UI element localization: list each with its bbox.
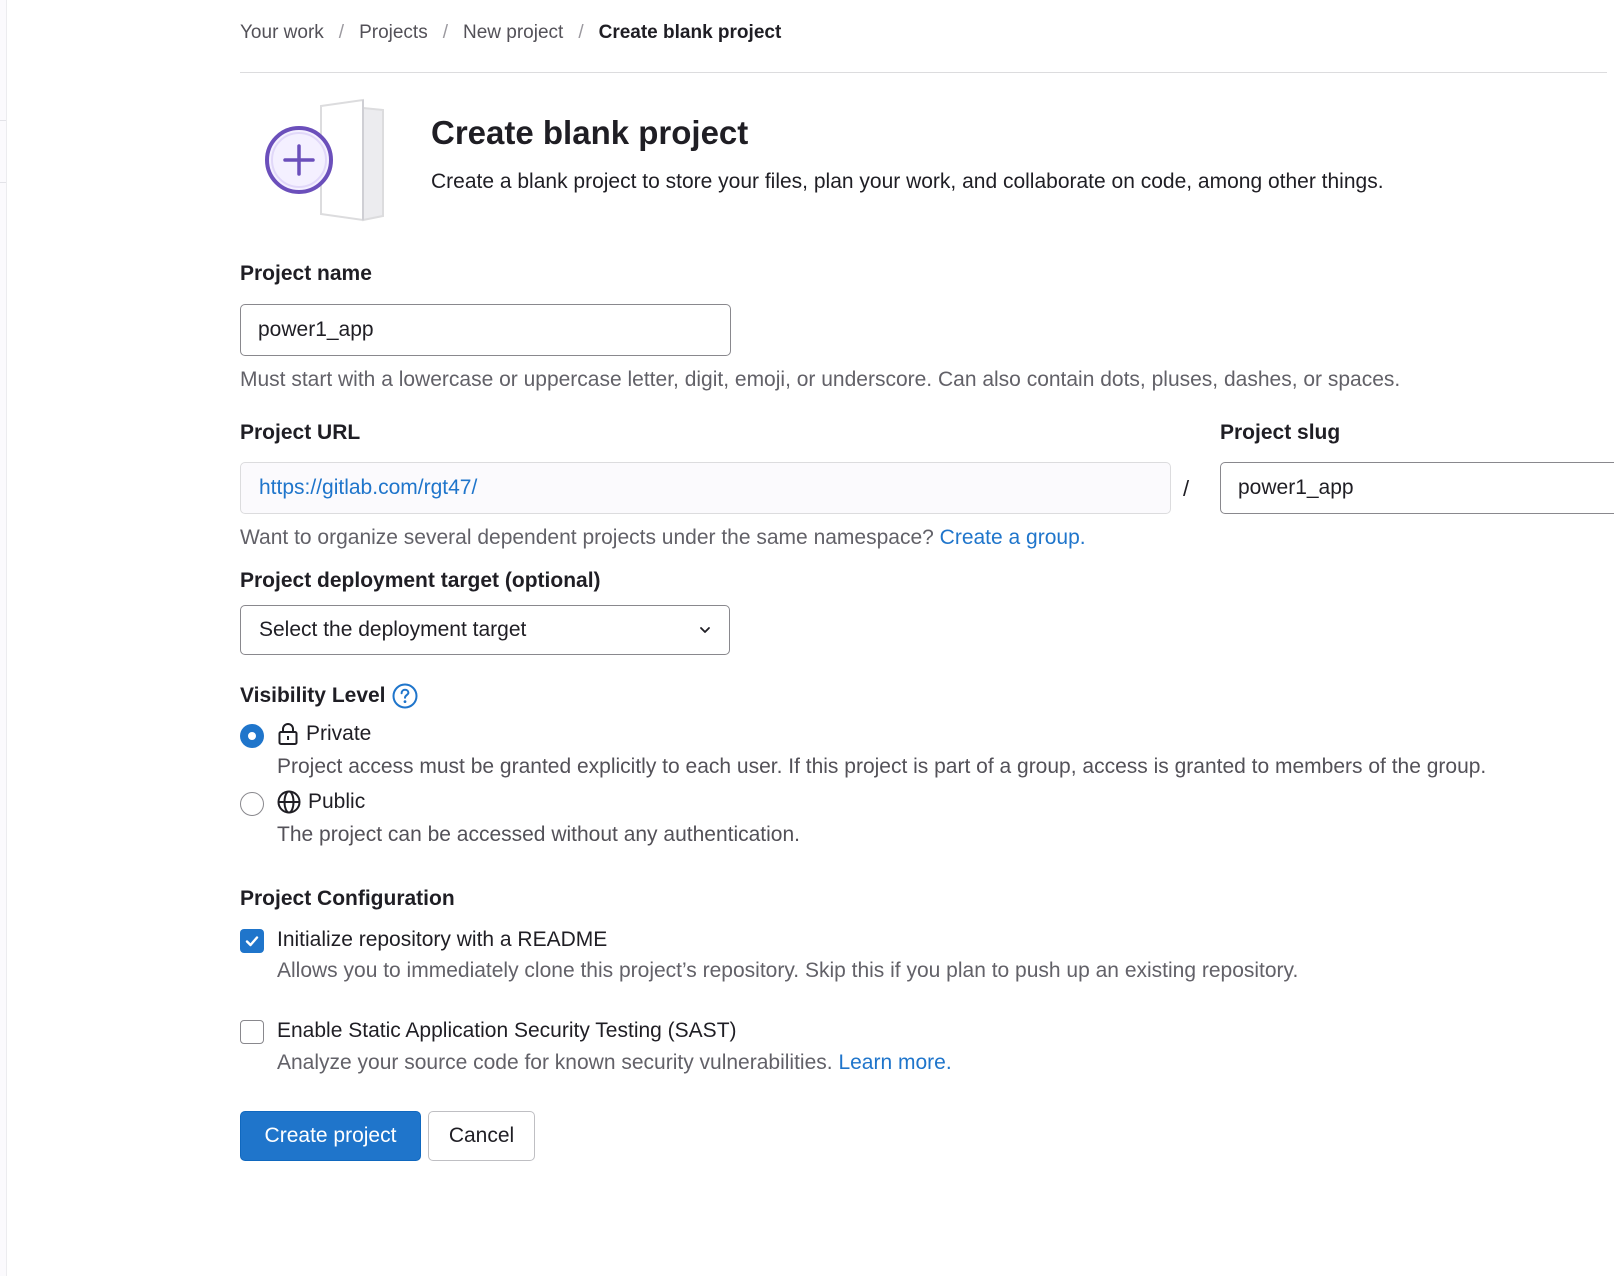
url-slug-separator: / <box>1183 476 1190 501</box>
visibility-public-description: The project can be accessed without any … <box>277 823 800 846</box>
page-title: Create blank project <box>431 114 749 151</box>
visibility-level-label: Visibility Level <box>240 684 386 707</box>
deployment-target-label: Project deployment target (optional) <box>240 569 601 592</box>
learn-more-link[interactable]: Learn more. <box>838 1051 951 1074</box>
plus-icon <box>265 126 333 194</box>
visibility-private-option[interactable]: Private <box>277 722 371 746</box>
project-url-prefix[interactable]: https://gitlab.com/rgt47/ <box>240 462 1171 514</box>
visibility-private-radio[interactable] <box>240 724 264 748</box>
project-name-label: Project name <box>240 262 372 285</box>
help-icon[interactable] <box>392 683 418 709</box>
project-url-help-text: Want to organize several dependent proje… <box>240 526 934 549</box>
breadcrumb-projects[interactable]: Projects <box>359 22 428 44</box>
breadcrumb-separator: / <box>442 22 448 43</box>
visibility-private-label: Private <box>306 722 372 745</box>
sast-description-text: Analyze your source code for known secur… <box>277 1051 833 1074</box>
sast-option-label[interactable]: Enable Static Application Security Testi… <box>277 1019 737 1043</box>
deployment-target-value: Select the deployment target <box>259 618 527 641</box>
breadcrumb-new-project[interactable]: New project <box>463 22 563 44</box>
visibility-public-option[interactable]: Public <box>277 790 365 814</box>
breadcrumb-separator: / <box>578 22 584 43</box>
project-slug-input[interactable] <box>1220 462 1614 514</box>
page-description: Create a blank project to store your fil… <box>431 170 1384 193</box>
deployment-target-select[interactable]: Select the deployment target <box>240 605 730 655</box>
sast-description: Analyze your source code for known secur… <box>277 1051 952 1075</box>
visibility-public-radio[interactable] <box>240 792 264 816</box>
visibility-public-label: Public <box>308 790 366 813</box>
create-project-button[interactable]: Create project <box>240 1111 421 1161</box>
breadcrumb: Your work / Projects / New project / Cre… <box>240 22 781 44</box>
breadcrumb-separator: / <box>338 22 345 43</box>
project-slug-label: Project slug <box>1220 421 1341 444</box>
sast-checkbox[interactable] <box>240 1020 264 1044</box>
create-group-link[interactable]: Create a group. <box>940 526 1086 549</box>
breadcrumb-your-work[interactable]: Your work <box>240 22 324 44</box>
page: Your work / Projects / New project / Cre… <box>0 0 1614 1276</box>
sidebar-divider <box>0 120 6 121</box>
project-configuration-label: Project Configuration <box>240 887 455 910</box>
lock-icon <box>278 723 298 745</box>
project-name-help: Must start with a lowercase or uppercase… <box>240 368 1401 391</box>
visibility-private-description: Project access must be granted explicitl… <box>277 755 1487 778</box>
readme-option-label[interactable]: Initialize repository with a README <box>277 928 607 952</box>
cancel-button[interactable]: Cancel <box>428 1111 535 1161</box>
chevron-down-icon <box>700 627 710 633</box>
check-icon <box>245 936 259 947</box>
sidebar-divider <box>0 182 6 183</box>
left-sidebar-edge <box>0 0 7 1276</box>
breadcrumb-create-blank-project[interactable]: Create blank project <box>599 22 782 44</box>
project-url-namespace: https://gitlab.com/rgt47/ <box>259 476 478 499</box>
readme-description: Allows you to immediately clone this pro… <box>277 959 1299 982</box>
globe-icon <box>277 790 301 814</box>
visibility-level-heading: Visibility Level <box>240 683 418 709</box>
project-name-input[interactable] <box>240 304 731 356</box>
project-url-help: Want to organize several dependent proje… <box>240 526 1086 550</box>
header-divider <box>240 72 1607 73</box>
readme-checkbox[interactable] <box>240 929 264 953</box>
project-url-label: Project URL <box>240 421 361 444</box>
